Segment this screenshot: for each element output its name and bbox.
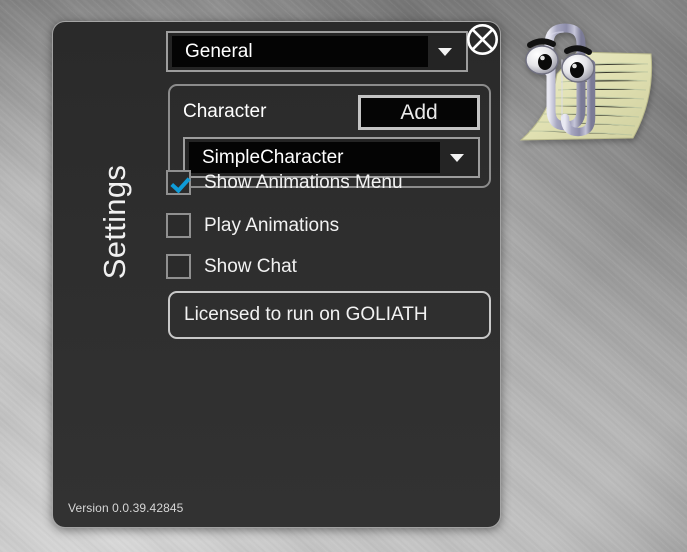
add-character-button[interactable]: Add [358,95,480,130]
settings-panel: Settings General Character Add SimpleCha… [52,21,501,528]
close-icon[interactable] [466,23,499,56]
chevron-down-icon[interactable] [440,153,474,162]
checkbox-label-play-animations: Play Animations [204,214,340,236]
chevron-down-icon[interactable] [428,47,462,56]
settings-content: General Character Add SimpleCharacter Sh… [115,22,500,527]
section-dropdown-value: General [172,36,428,67]
license-text: Licensed to run on GOLIATH [184,304,428,325]
checkbox-show-animations-menu[interactable] [166,170,191,195]
checkbox-row-show-chat[interactable]: Show Chat [166,254,297,279]
section-dropdown[interactable]: General [166,31,468,72]
checkbox-show-chat[interactable] [166,254,191,279]
character-label: Character [183,101,267,122]
checkbox-label-show-animations-menu: Show Animations Menu [204,171,403,193]
version-text: Version 0.0.39.42845 [68,501,184,515]
license-box: Licensed to run on GOLIATH [168,291,491,339]
checkbox-row-play-animations[interactable]: Play Animations [166,213,339,238]
character-dropdown-value: SimpleCharacter [189,142,440,173]
clippy-paperclip-assistant[interactable] [505,14,655,159]
checkbox-play-animations[interactable] [166,213,191,238]
checkbox-label-show-chat: Show Chat [204,255,297,277]
checkbox-row-show-animations-menu[interactable]: Show Animations Menu [166,170,403,195]
